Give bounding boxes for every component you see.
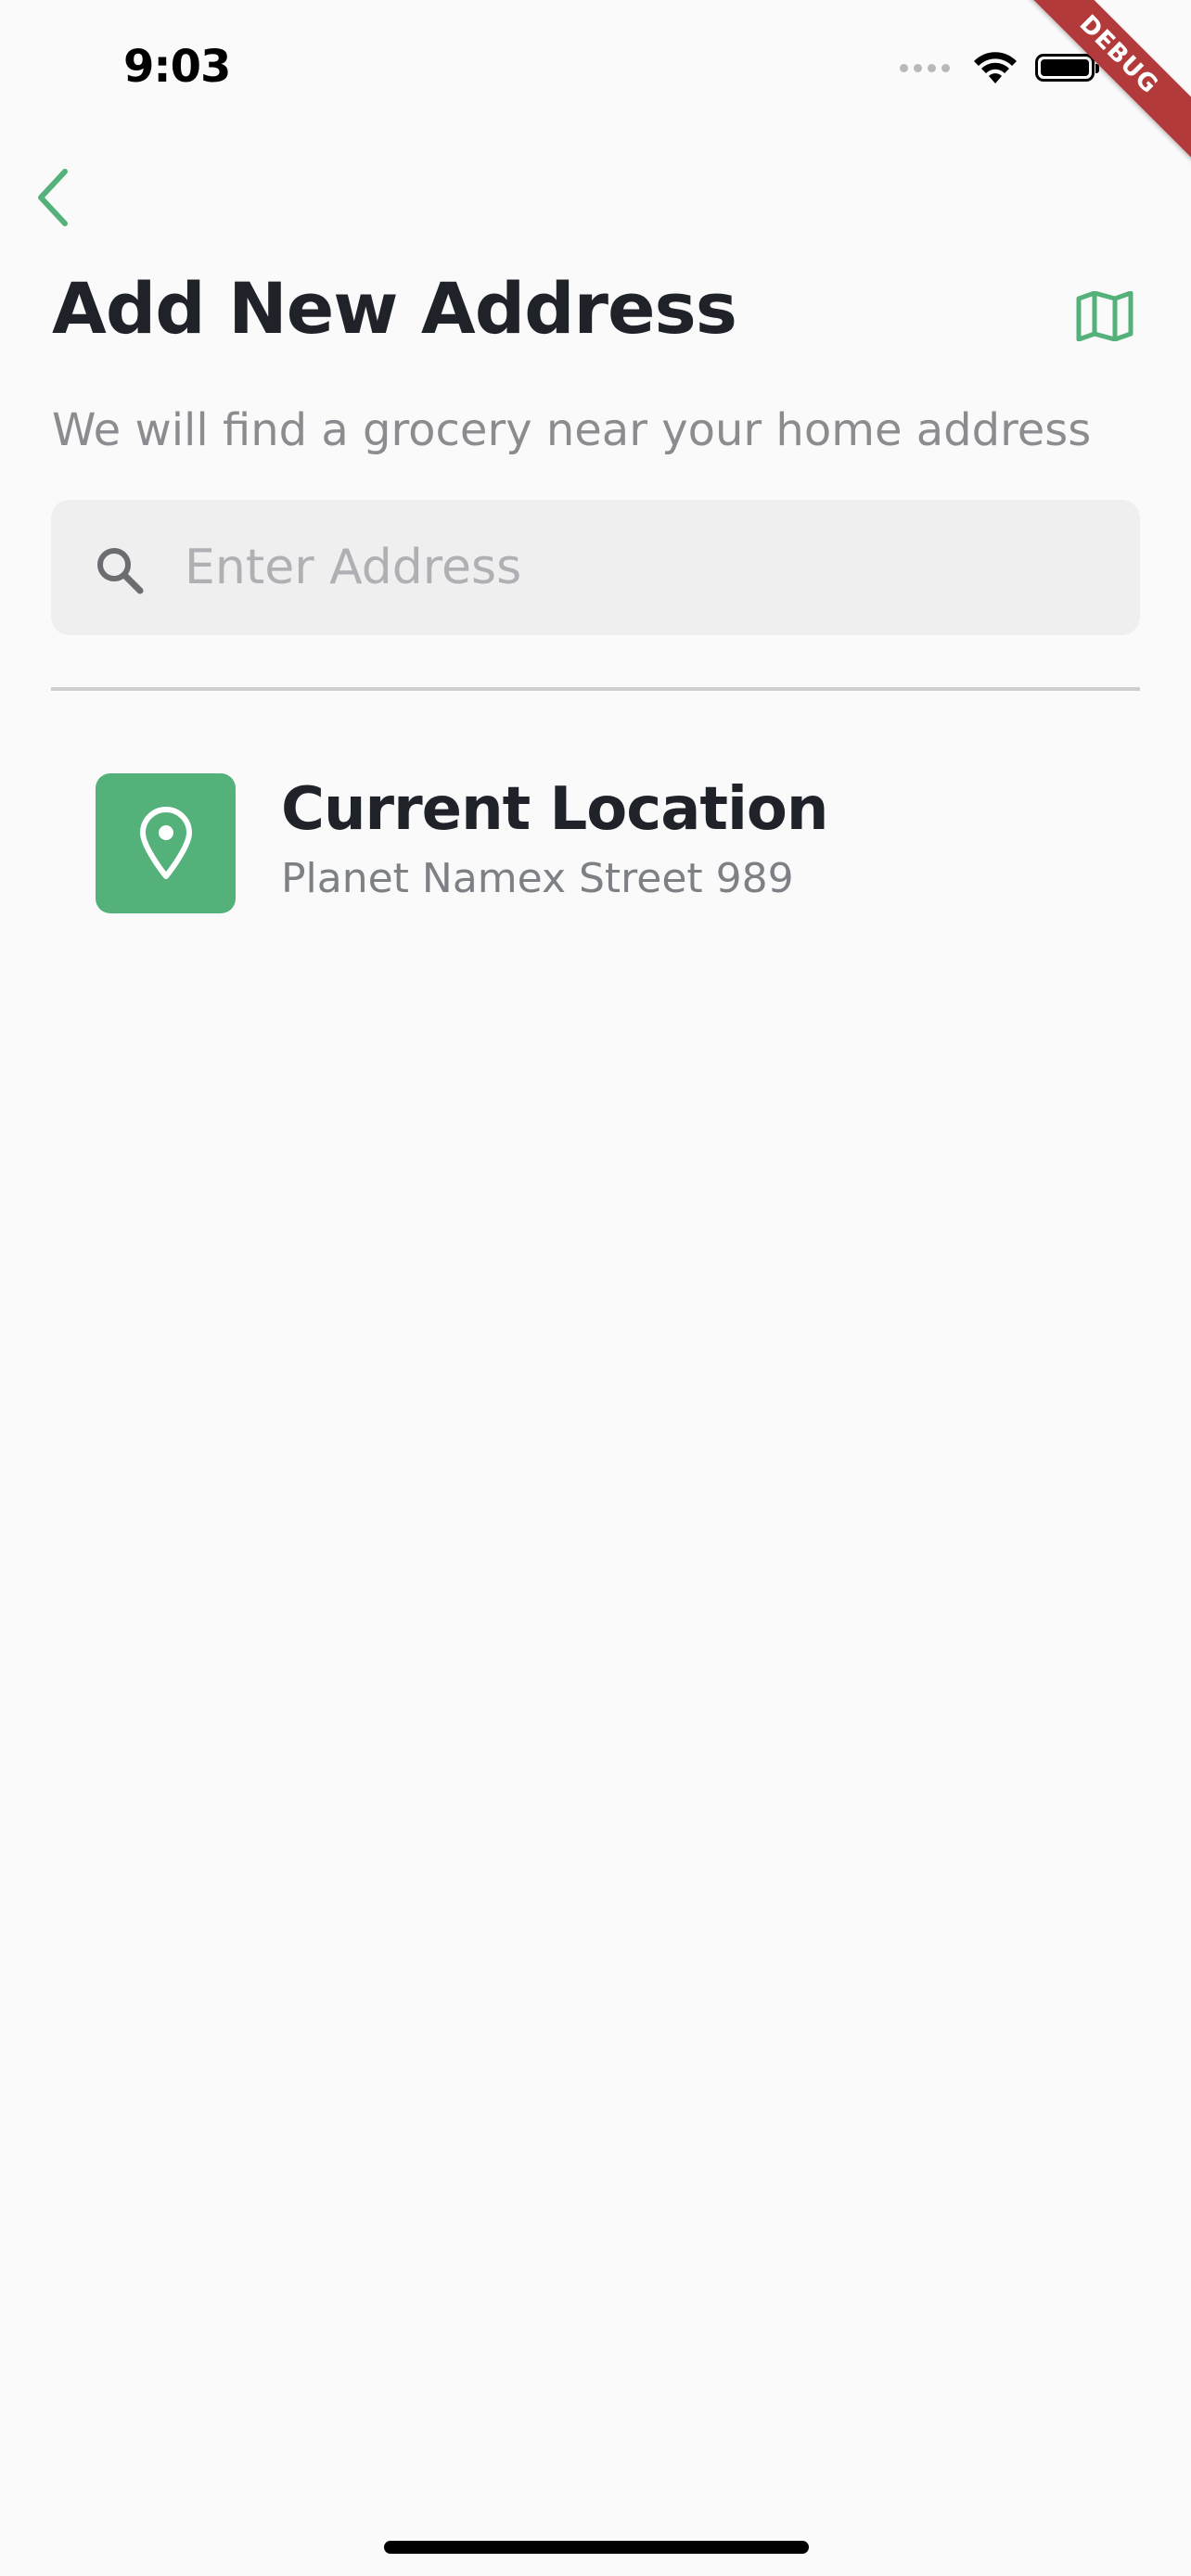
page-title: Add New Address [52, 267, 737, 350]
cellular-signal-icon [900, 63, 950, 72]
search-box[interactable] [51, 500, 1140, 635]
location-address: Planet Namex Street 989 [281, 855, 794, 902]
location-tile [96, 773, 236, 913]
home-indicator [384, 2541, 809, 2554]
chevron-left-icon [38, 169, 68, 226]
back-button[interactable] [26, 165, 78, 230]
location-title: Current Location [281, 775, 828, 844]
battery-icon [1035, 54, 1099, 82]
current-location-item[interactable]: Current Location Planet Namex Street 989 [96, 773, 1116, 914]
page-subtitle: We will find a grocery near your home ad… [52, 404, 1092, 456]
status-time: 9:03 [123, 41, 231, 93]
location-pin-icon [139, 806, 192, 879]
map-button[interactable] [1072, 287, 1137, 345]
divider [51, 687, 1140, 691]
search-input[interactable] [185, 500, 1112, 635]
search-icon [97, 548, 144, 594]
wifi-icon [974, 52, 1017, 83]
status-icons [900, 46, 1099, 89]
map-icon [1076, 291, 1133, 341]
